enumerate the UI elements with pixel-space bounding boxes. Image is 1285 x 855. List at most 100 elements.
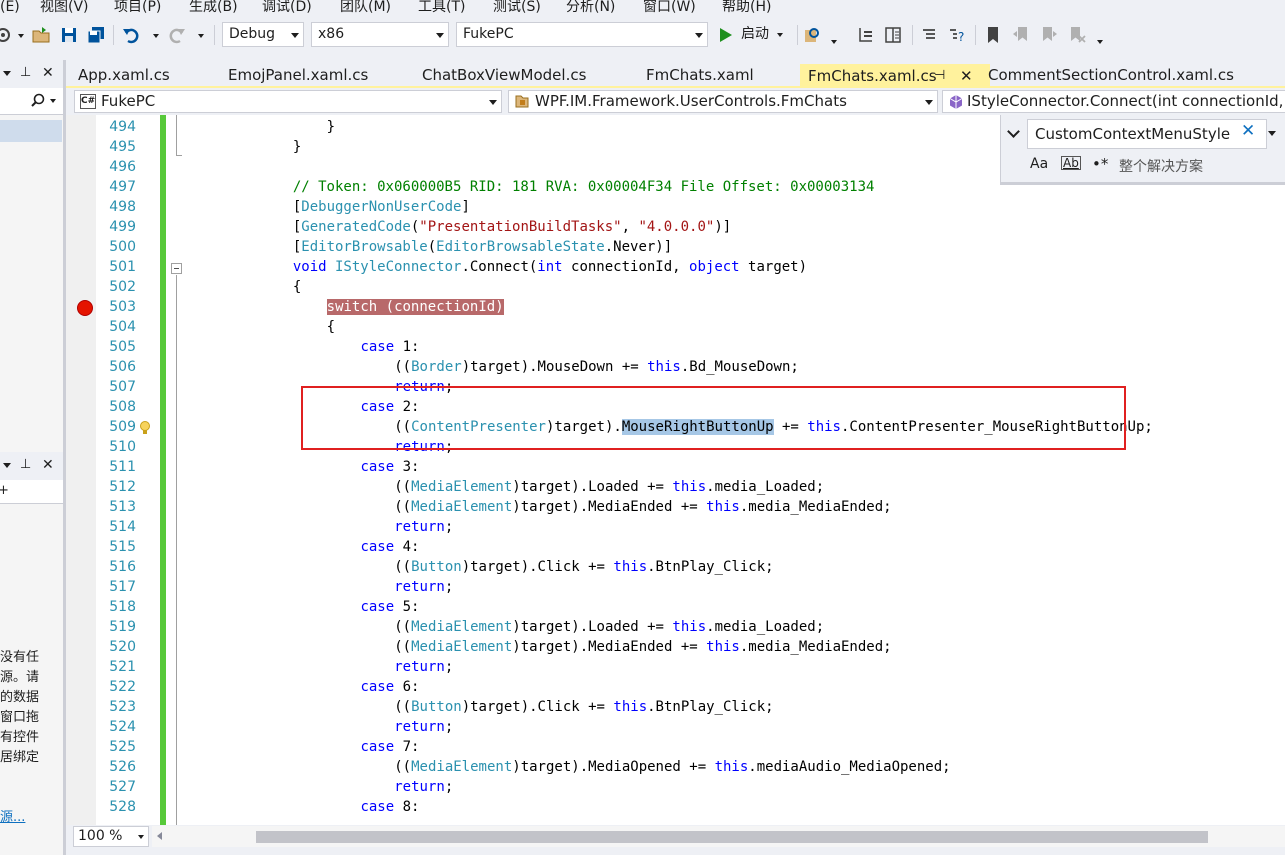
lightbulb-icon[interactable] — [139, 420, 151, 436]
class-dropdown[interactable]: WPF.IM.Framework.UserControls.FmChats — [508, 90, 938, 113]
new-project-dropdown-icon[interactable] — [18, 34, 24, 38]
clear-search-icon[interactable]: ✕ — [1241, 121, 1255, 141]
add-icon[interactable]: + — [0, 483, 9, 498]
tab-commentsectioncontrol-xaml-cs[interactable]: CommentSectionControl.xaml.cs — [980, 64, 1285, 88]
comment-lines-icon[interactable] — [920, 26, 938, 44]
code-token: 7: — [394, 739, 420, 755]
line-number: 501 — [109, 259, 136, 275]
tab-fmchats-xaml-cs[interactable]: FmChats.xaml.cs ⊣ ✕ — [800, 64, 990, 88]
menu-item[interactable]: 调试(D) — [262, 0, 312, 15]
code-token: MediaElement — [411, 479, 513, 495]
menu-item[interactable]: (E) — [0, 0, 20, 15]
code-editor[interactable]: 494} 495} 496 497 // Token: 0x060000B5 RID: … — [66, 115, 1285, 825]
project-name: FukePC — [101, 92, 156, 110]
clear-bookmarks-icon[interactable] — [1068, 26, 1086, 44]
startup-project-dropdown[interactable]: FukePC — [456, 22, 708, 47]
selected-tree-item[interactable] — [0, 120, 62, 142]
tab-app-xaml-cs[interactable]: App.xaml.cs — [70, 64, 226, 88]
menu-item[interactable]: 分析(N) — [566, 0, 615, 15]
search-scope-dropdown[interactable]: 整个解决方案 — [1119, 156, 1203, 176]
line-number: 517 — [109, 579, 136, 595]
find-widget: CustomContextMenuStyle ✕ Aa Ab •* 整个解决方案 — [1000, 115, 1285, 185]
code-token: this — [613, 699, 648, 715]
code-token: return — [394, 719, 445, 735]
bookmark-icon[interactable] — [984, 26, 1002, 44]
collapse-icon[interactable] — [171, 263, 182, 274]
tab-emojpanel-xaml-cs[interactable]: EmojPanel.xaml.cs — [220, 64, 408, 88]
tab-label: CommentSectionControl.xaml.cs — [988, 66, 1234, 84]
pin-icon[interactable]: ⊥ — [20, 65, 31, 80]
tab-chatboxviewmodel-cs[interactable]: ChatBoxViewModel.cs — [414, 64, 636, 88]
code-line: } — [327, 117, 335, 137]
menu-item[interactable]: 测试(S) — [493, 0, 541, 15]
scrollbar-thumb[interactable] — [256, 831, 1208, 843]
code-token: // Token: 0x060000B5 RID: 181 RVA: 0x000… — [292, 179, 875, 195]
menu-item[interactable]: 生成(B) — [189, 0, 238, 15]
toggle-panel-icon[interactable] — [884, 26, 902, 44]
member-name: IStyleConnector.Connect(int connectionId… — [967, 92, 1285, 110]
breakpoint-icon[interactable] — [77, 300, 93, 316]
start-debugging-button[interactable]: 启动 — [716, 23, 792, 47]
code-token: Border — [411, 359, 462, 375]
line-number: 527 — [109, 779, 136, 795]
find-input[interactable]: CustomContextMenuStyle — [1027, 119, 1267, 149]
save-all-icon[interactable] — [87, 26, 105, 44]
solution-platform-value: x86 — [318, 26, 345, 42]
tool-window-search[interactable] — [0, 88, 65, 115]
menu-item[interactable]: 窗口(W) — [643, 0, 696, 15]
project-dropdown[interactable]: C# FukePC — [74, 90, 502, 113]
search-dropdown-icon[interactable] — [50, 99, 56, 103]
scroll-left-icon[interactable] — [157, 832, 162, 840]
tab-fmchats-xaml[interactable]: FmChats.xaml — [638, 64, 794, 88]
match-case-toggle[interactable]: Aa — [1030, 156, 1048, 172]
redo-dropdown-icon[interactable] — [198, 34, 204, 38]
member-dropdown[interactable]: IStyleConnector.Connect(int connectionId… — [942, 90, 1285, 113]
next-bookmark-icon[interactable] — [1040, 26, 1058, 44]
find-history-dropdown-icon[interactable] — [1268, 131, 1276, 136]
undo-icon[interactable] — [122, 26, 140, 44]
menu-item[interactable]: 帮助(H) — [722, 0, 771, 15]
menu-item[interactable]: 项目(P) — [114, 0, 161, 15]
zoom-dropdown[interactable]: 100 % — [73, 826, 149, 847]
horizontal-scrollbar[interactable] — [152, 826, 1285, 847]
code-token: 1: — [394, 339, 420, 355]
pin-tab-icon[interactable]: ⊣ — [934, 65, 945, 87]
overflow-dropdown-icon[interactable] — [831, 40, 837, 44]
code-token: Button — [411, 699, 462, 715]
solution-platform-dropdown[interactable]: x86 — [311, 22, 449, 47]
regex-toggle[interactable]: •* — [1092, 155, 1108, 173]
search-icon — [31, 93, 45, 107]
solution-config-dropdown[interactable]: Debug — [222, 22, 304, 47]
tab-label: App.xaml.cs — [78, 66, 170, 84]
uncomment-lines-icon[interactable]: ? — [947, 26, 965, 44]
undo-dropdown-icon[interactable] — [153, 34, 159, 38]
close-icon[interactable]: ✕ — [42, 65, 54, 81]
redo-icon[interactable] — [168, 26, 186, 44]
code-token: .media_MediaEnded; — [739, 499, 892, 515]
code-token: } — [292, 139, 302, 155]
window-menu-icon[interactable] — [3, 71, 11, 76]
code-line: return; — [394, 717, 453, 737]
toolbar-overflow-icon[interactable] — [1097, 40, 1103, 44]
startup-project-value: FukePC — [463, 26, 514, 42]
find-in-files-icon[interactable] — [803, 26, 821, 44]
new-project-icon[interactable] — [0, 26, 12, 44]
outline-guide — [176, 155, 182, 156]
expand-replace-icon[interactable] — [1007, 125, 1020, 138]
breakpoint-margin[interactable] — [66, 115, 96, 825]
menu-item[interactable]: 视图(V) — [40, 0, 89, 15]
close-tab-icon[interactable]: ✕ — [960, 65, 973, 87]
info-text-line: 源。请 — [0, 670, 40, 685]
menu-item[interactable]: 工具(T) — [418, 0, 465, 15]
whole-word-toggle[interactable]: Ab — [1061, 156, 1081, 170]
save-icon[interactable] — [60, 26, 78, 44]
prev-bookmark-icon[interactable] — [1012, 26, 1030, 44]
code-token: target) — [739, 259, 808, 275]
add-data-source-link[interactable]: 源... — [0, 806, 25, 825]
window-menu-icon[interactable] — [3, 463, 11, 468]
open-folder-icon[interactable] — [32, 26, 50, 44]
menu-item[interactable]: 团队(M) — [340, 0, 391, 15]
pin-icon[interactable]: ⊥ — [20, 457, 31, 472]
step-into-icon[interactable] — [857, 26, 875, 44]
close-icon[interactable]: ✕ — [42, 457, 54, 473]
